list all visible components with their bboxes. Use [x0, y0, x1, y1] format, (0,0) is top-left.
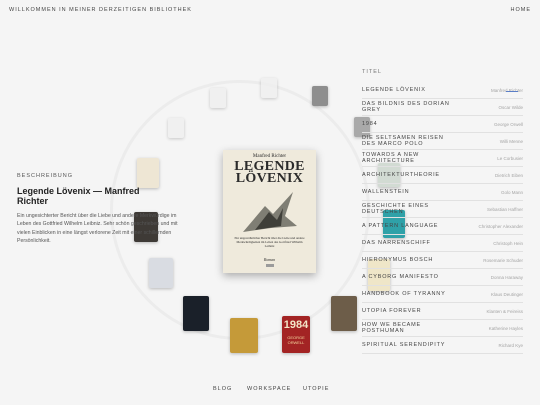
book-title: 1984: [362, 121, 378, 127]
book-author: Klaus Deutinger: [490, 291, 523, 297]
book-author: Richard Kye: [498, 342, 523, 348]
list-item[interactable]: Architekturtheorie Dietrich Eiben: [362, 167, 523, 184]
cover-genre: Roman: [263, 257, 276, 262]
list-item[interactable]: Towards a new architecture Le Corbusier: [362, 150, 523, 167]
cover-blurb: Ein ungewöhnlicher Bericht über die Lieb…: [234, 236, 305, 248]
list-item[interactable]: Das Narrenschiff Christoph Hein: [362, 235, 523, 252]
book-author: Donna Haraway: [490, 274, 523, 280]
list-item[interactable]: Die seltsamen Reisen des Marco Polo Willi…: [362, 133, 523, 150]
list-item[interactable]: 1984 George Orwell: [362, 116, 523, 133]
book-author: Oscar Wilde: [498, 104, 523, 110]
home-link[interactable]: HOME: [511, 7, 532, 13]
list-item[interactable]: A pattern language Christopher Alexander: [362, 218, 523, 235]
book-title: Das Narrenschiff: [362, 240, 431, 246]
book-author: Klanten & Feireiss: [486, 308, 523, 314]
book-author: Rosemarie Schuder: [483, 257, 523, 263]
book-thumb-1984[interactable]: 1984 GEORGE ORWELL: [282, 316, 310, 353]
book-thumb-bosch[interactable]: [149, 258, 173, 288]
list-item[interactable]: Hieronymus Bosch Rosemarie Schuder: [362, 252, 523, 269]
book-author: Manfred Richter: [490, 87, 523, 93]
book-author: Golo Mann: [500, 189, 523, 195]
book-author: Dietrich Eiben: [494, 172, 523, 178]
title-list-heading: TITEL: [362, 69, 382, 75]
welcome-text: WILLKOMMEN IN MEINER DERZEITIGEN BIBLIOT…: [9, 7, 192, 13]
book-title: A Cyborg Manifesto: [362, 274, 439, 280]
list-item[interactable]: Das Bildnis des Dorian Grey Oscar Wilde: [362, 99, 523, 116]
book-author: Christoph Hein: [493, 240, 523, 246]
publisher-logo: [266, 264, 274, 267]
list-item[interactable]: Utopia Forever Klanten & Feireiss: [362, 303, 523, 320]
book-author: Le Corbusier: [497, 155, 523, 161]
footer-link-utopie[interactable]: UTOPIE: [303, 386, 329, 392]
book-author: Willi Menne: [499, 138, 523, 144]
book-thumb-faded-3[interactable]: [312, 86, 328, 106]
list-item[interactable]: Legende Lövenix Manfred Richter: [362, 82, 523, 99]
book-title: Architekturtheorie: [362, 172, 440, 178]
book-title: Das Bildnis des Dorian Grey: [362, 101, 450, 113]
description-text: Ein ungesichterter Bericht über die Lieb…: [17, 213, 178, 244]
book-title: A pattern language: [362, 223, 439, 229]
cover-1984-number: 1984: [283, 319, 309, 331]
cover-1984-author-last: ORWELL: [287, 340, 305, 345]
footer-link-blog[interactable]: BLOG: [213, 386, 232, 392]
book-thumb-faded-1[interactable]: [210, 88, 226, 108]
featured-book-cover[interactable]: Manfred Richter LEGENDE LÖVENIX Ein unge…: [223, 150, 316, 273]
description-heading: BESCHREIBUNG: [17, 173, 74, 179]
book-title: Geschichte eines Deutschen: [362, 203, 429, 215]
book-author: George Orwell: [493, 121, 523, 127]
list-item[interactable]: Geschichte eines Deutschen Sebastian Haff…: [362, 201, 523, 218]
title-list[interactable]: Legende Lövenix Manfred Richter Das Bildn…: [362, 82, 523, 356]
list-item[interactable]: Wallenstein Golo Mann: [362, 184, 523, 201]
book-title: Legende Lövenix: [362, 87, 426, 93]
book-title: Utopia Forever: [362, 308, 422, 314]
book-thumb-marco-polo[interactable]: [137, 158, 159, 188]
list-item[interactable]: Handbook of Tyranny Klaus Deutinger: [362, 286, 523, 303]
list-item[interactable]: Spiritual Serendipity Richard Kye: [362, 337, 523, 354]
description-title: Legende Lövenix — Manfred Richter: [17, 186, 140, 206]
footer-link-workspace[interactable]: WORKSPACE: [247, 386, 291, 392]
book-author: Sebastian Haffner: [487, 206, 523, 212]
cover-illustration: [243, 192, 297, 232]
list-item[interactable]: How we became posthuman Katherine Hayles: [362, 320, 523, 337]
book-thumb-faded-4[interactable]: [168, 118, 184, 138]
book-title: Handbook of Tyranny: [362, 291, 446, 297]
book-thumb-dark-blue[interactable]: [183, 296, 209, 331]
book-title: Die seltsamen Reisen des Marco Polo: [362, 135, 444, 147]
list-item[interactable]: A Cyborg Manifesto Donna Haraway: [362, 269, 523, 286]
book-title: Spiritual Serendipity: [362, 342, 446, 348]
book-title: How we became posthuman: [362, 322, 421, 334]
book-thumb-brown[interactable]: [331, 296, 357, 331]
book-thumb-faded-2[interactable]: [261, 78, 277, 98]
book-title: Towards a new architecture: [362, 152, 420, 164]
book-author: Christopher Alexander: [478, 223, 523, 229]
book-title: Hieronymus Bosch: [362, 257, 434, 263]
book-author: Katherine Hayles: [488, 325, 523, 331]
book-title: Wallenstein: [362, 189, 410, 195]
cover-title: LEGENDE LÖVENIX: [234, 159, 305, 186]
book-thumb-gold[interactable]: [230, 318, 258, 353]
